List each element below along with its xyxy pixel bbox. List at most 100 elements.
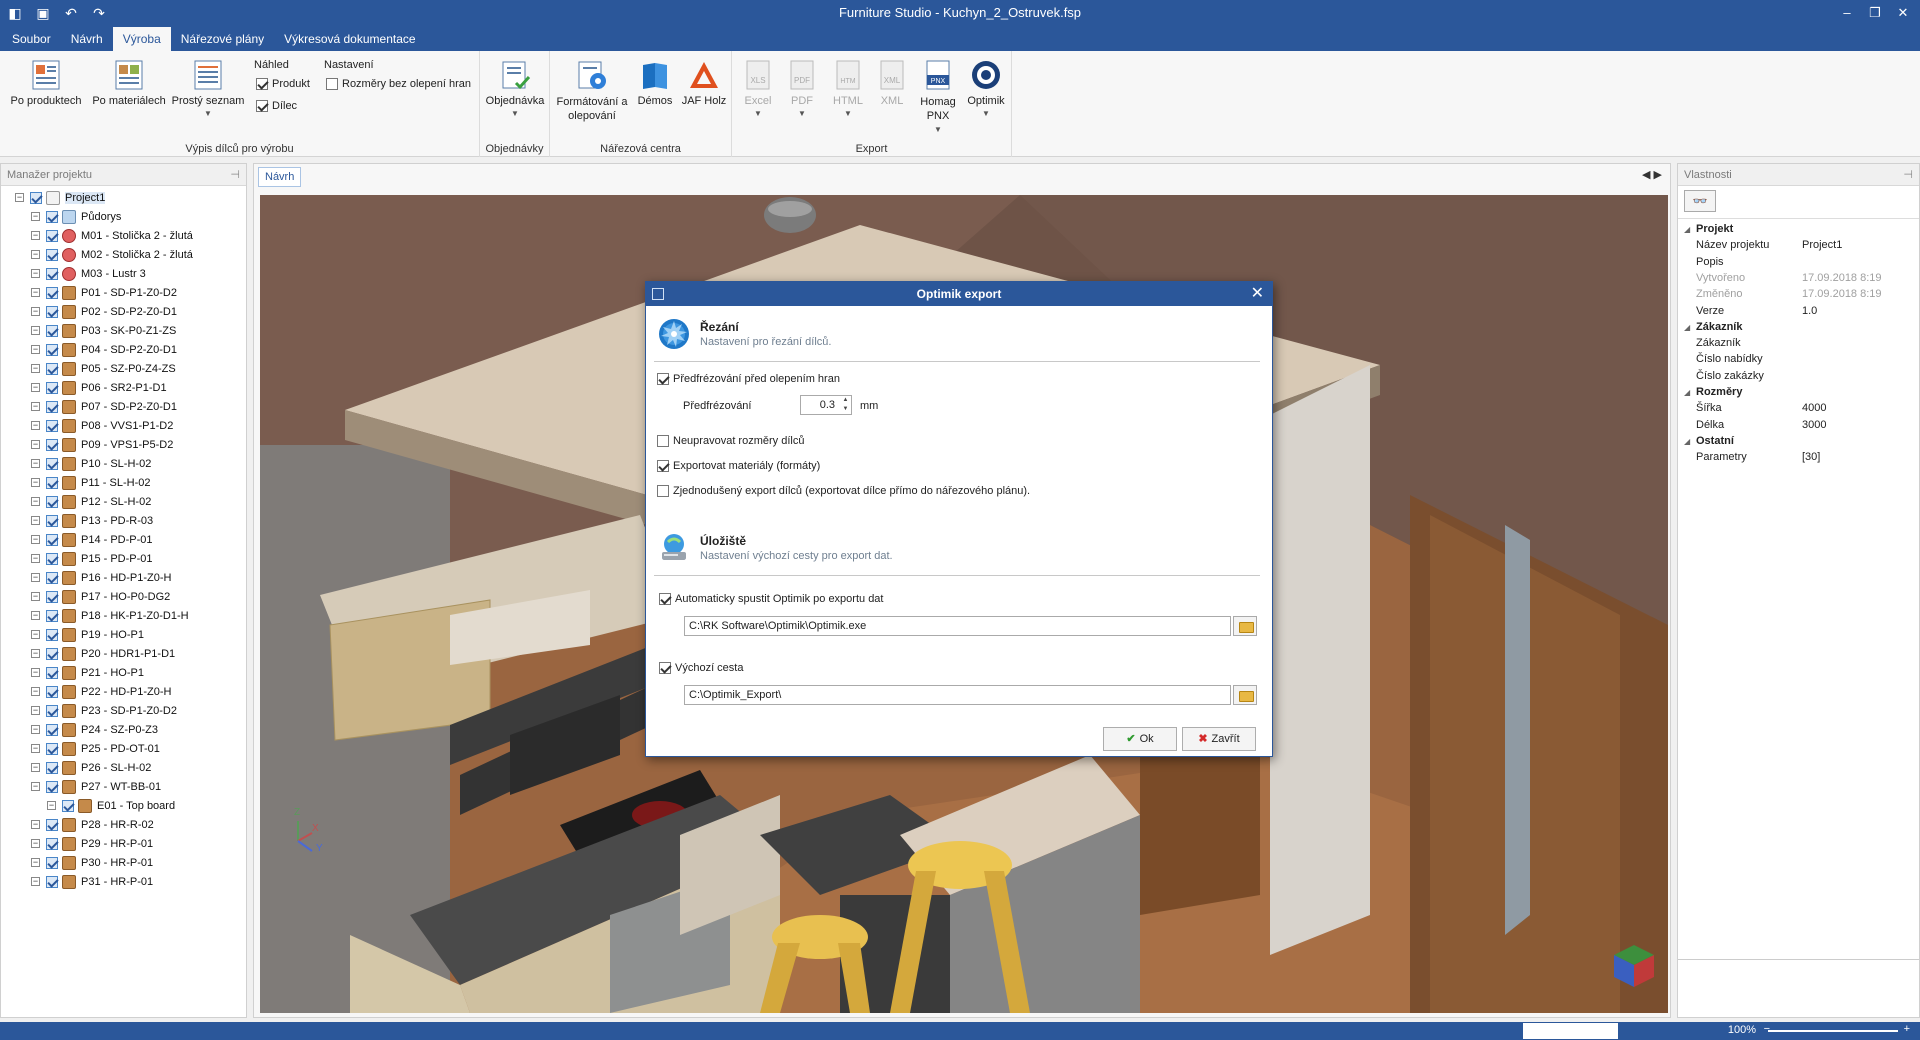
property-row[interactable]: Zákazník xyxy=(1678,337,1919,353)
simple-list-button[interactable]: Prostý seznam ▼ xyxy=(170,59,246,118)
tree-expander-icon[interactable]: − xyxy=(31,668,40,677)
tree-checkbox[interactable] xyxy=(46,533,58,546)
tree-expander-icon[interactable]: − xyxy=(31,231,40,240)
dropdown-arrow-icon[interactable]: ▼ xyxy=(780,109,824,118)
tree-item[interactable]: − E01 - Top board xyxy=(47,796,175,815)
tree-expander-icon[interactable]: − xyxy=(31,763,40,772)
preview-part-checkbox[interactable]: Dílec xyxy=(256,100,297,113)
dialog-close-icon[interactable]: ✕ xyxy=(1251,282,1264,306)
tree-checkbox[interactable] xyxy=(46,343,58,356)
tree-checkbox[interactable] xyxy=(46,571,58,584)
tree-item[interactable]: − Project1 xyxy=(15,188,106,207)
tree-expander-icon[interactable]: − xyxy=(31,402,40,411)
tree-checkbox[interactable] xyxy=(46,514,58,527)
minimize-icon[interactable]: – xyxy=(1836,2,1858,24)
tree-expander-icon[interactable]: − xyxy=(31,725,40,734)
tab-vyroba[interactable]: Výroba xyxy=(112,27,171,51)
tree-item[interactable]: − Půdorys xyxy=(31,207,121,226)
tree-item[interactable]: − P22 - HD-P1-Z0-H xyxy=(31,682,171,701)
tree-expander-icon[interactable]: − xyxy=(31,288,40,297)
tree-checkbox[interactable] xyxy=(46,875,58,888)
tree-expander-icon[interactable]: − xyxy=(31,839,40,848)
preview-product-checkbox[interactable]: Produkt xyxy=(256,78,310,91)
tree-checkbox[interactable] xyxy=(46,609,58,622)
property-row[interactable]: Popis xyxy=(1678,256,1919,272)
tree-expander-icon[interactable]: − xyxy=(15,193,24,202)
tree-item[interactable]: − P21 - HO-P1 xyxy=(31,663,144,682)
dropdown-arrow-icon[interactable]: ▼ xyxy=(170,109,246,118)
tree-item[interactable]: − P16 - HD-P1-Z0-H xyxy=(31,568,171,587)
tree-item[interactable]: − M02 - Stolička 2 - žlutá xyxy=(31,245,193,264)
tree-checkbox[interactable] xyxy=(46,419,58,432)
tab-vykresova-dokumentace[interactable]: Výkresová dokumentace xyxy=(274,27,425,51)
tree-checkbox[interactable] xyxy=(46,647,58,660)
property-row[interactable]: Šířka 4000 xyxy=(1678,402,1919,418)
arrow-right-icon[interactable]: ▶ xyxy=(1654,169,1662,181)
close-button[interactable]: ✖ Zavřít xyxy=(1182,727,1256,751)
tree-expander-icon[interactable]: − xyxy=(31,554,40,563)
tree-item[interactable]: − P06 - SR2-P1-D1 xyxy=(31,378,167,397)
export-materials-checkbox[interactable]: Exportovat materiály (formáty) xyxy=(657,460,820,472)
tree-item[interactable]: − P25 - PD-OT-01 xyxy=(31,739,160,758)
tree-expander-icon[interactable]: − xyxy=(31,706,40,715)
tree-checkbox[interactable] xyxy=(46,628,58,641)
tree-checkbox[interactable] xyxy=(46,666,58,679)
dropdown-arrow-icon[interactable]: ▼ xyxy=(962,109,1010,118)
property-row[interactable]: Délka 3000 xyxy=(1678,419,1919,435)
tree-item[interactable]: − P30 - HR-P-01 xyxy=(31,853,153,872)
property-row[interactable]: Číslo zakázky xyxy=(1678,370,1919,386)
prefrez-checkbox[interactable]: Předfrézování před olepením hran xyxy=(657,373,840,385)
tree-checkbox[interactable] xyxy=(46,476,58,489)
spinner-arrows-icon[interactable]: ▲ ▼ xyxy=(840,396,851,414)
tree-item[interactable]: − P05 - SZ-P0-Z4-ZS xyxy=(31,359,176,378)
tab-navrh[interactable]: Návrh xyxy=(61,27,113,51)
default-path-input[interactable]: C:\Optimik_Export\ xyxy=(684,685,1231,705)
property-row[interactable]: Číslo nabídky xyxy=(1678,353,1919,369)
tree-checkbox[interactable] xyxy=(46,495,58,508)
tree-expander-icon[interactable]: − xyxy=(31,573,40,582)
tree-checkbox[interactable] xyxy=(46,305,58,318)
export-optimik-button[interactable]: Optimik ▼ xyxy=(962,59,1010,118)
property-category[interactable]: ◢ Ostatní xyxy=(1678,435,1919,451)
tree-item[interactable]: − P28 - HR-R-02 xyxy=(31,815,154,834)
property-row[interactable]: Název projektu Project1 xyxy=(1678,239,1919,255)
tree-expander-icon[interactable]: − xyxy=(31,383,40,392)
tree-expander-icon[interactable]: − xyxy=(31,592,40,601)
dropdown-arrow-icon[interactable]: ▼ xyxy=(736,109,780,118)
tree-expander-icon[interactable]: − xyxy=(31,516,40,525)
tab-narezove-plany[interactable]: Nářezové plány xyxy=(171,27,274,51)
property-category[interactable]: ◢ Zákazník xyxy=(1678,321,1919,337)
browse-default-folder-icon[interactable] xyxy=(1233,685,1257,705)
tree-item[interactable]: − P04 - SD-P2-Z0-D1 xyxy=(31,340,177,359)
tree-checkbox[interactable] xyxy=(46,552,58,565)
tree-item[interactable]: − P29 - HR-P-01 xyxy=(31,834,153,853)
property-row[interactable]: Parametry [30] xyxy=(1678,451,1919,467)
tree-item[interactable]: − P08 - VVS1-P1-D2 xyxy=(31,416,173,435)
tree-expander-icon[interactable]: − xyxy=(31,687,40,696)
tree-expander-icon[interactable]: − xyxy=(31,877,40,886)
restore-icon[interactable]: ❐ xyxy=(1864,2,1886,24)
tree-item[interactable]: − P18 - HK-P1-Z0-D1-H xyxy=(31,606,189,625)
tab-soubor[interactable]: Soubor xyxy=(2,27,61,51)
export-xml-button[interactable]: XML XML xyxy=(870,59,914,107)
property-row[interactable]: Vytvořeno 17.09.2018 8:19 xyxy=(1678,272,1919,288)
tree-checkbox[interactable] xyxy=(46,381,58,394)
close-window-icon[interactable]: ✕ xyxy=(1892,2,1914,24)
tree-expander-icon[interactable]: − xyxy=(31,497,40,506)
export-excel-button[interactable]: XLS Excel ▼ xyxy=(736,59,780,118)
tree-item[interactable]: − P24 - SZ-P0-Z3 xyxy=(31,720,158,739)
pin-icon[interactable]: ⊣ xyxy=(1903,164,1913,186)
dropdown-arrow-icon[interactable]: ▼ xyxy=(914,125,962,134)
tree-expander-icon[interactable]: − xyxy=(31,459,40,468)
tree-checkbox[interactable] xyxy=(46,818,58,831)
tree-expander-icon[interactable]: − xyxy=(31,345,40,354)
tree-expander-icon[interactable]: − xyxy=(31,649,40,658)
tree-expander-icon[interactable]: − xyxy=(31,212,40,221)
no-dims-checkbox[interactable]: Neupravovat rozměry dílců xyxy=(657,435,804,447)
tree-expander-icon[interactable]: − xyxy=(31,478,40,487)
tree-checkbox[interactable] xyxy=(46,229,58,242)
tree-item[interactable]: − P13 - PD-R-03 xyxy=(31,511,153,530)
tree-checkbox[interactable] xyxy=(46,856,58,869)
property-category[interactable]: ◢ Projekt xyxy=(1678,223,1919,239)
tree-checkbox[interactable] xyxy=(46,837,58,850)
